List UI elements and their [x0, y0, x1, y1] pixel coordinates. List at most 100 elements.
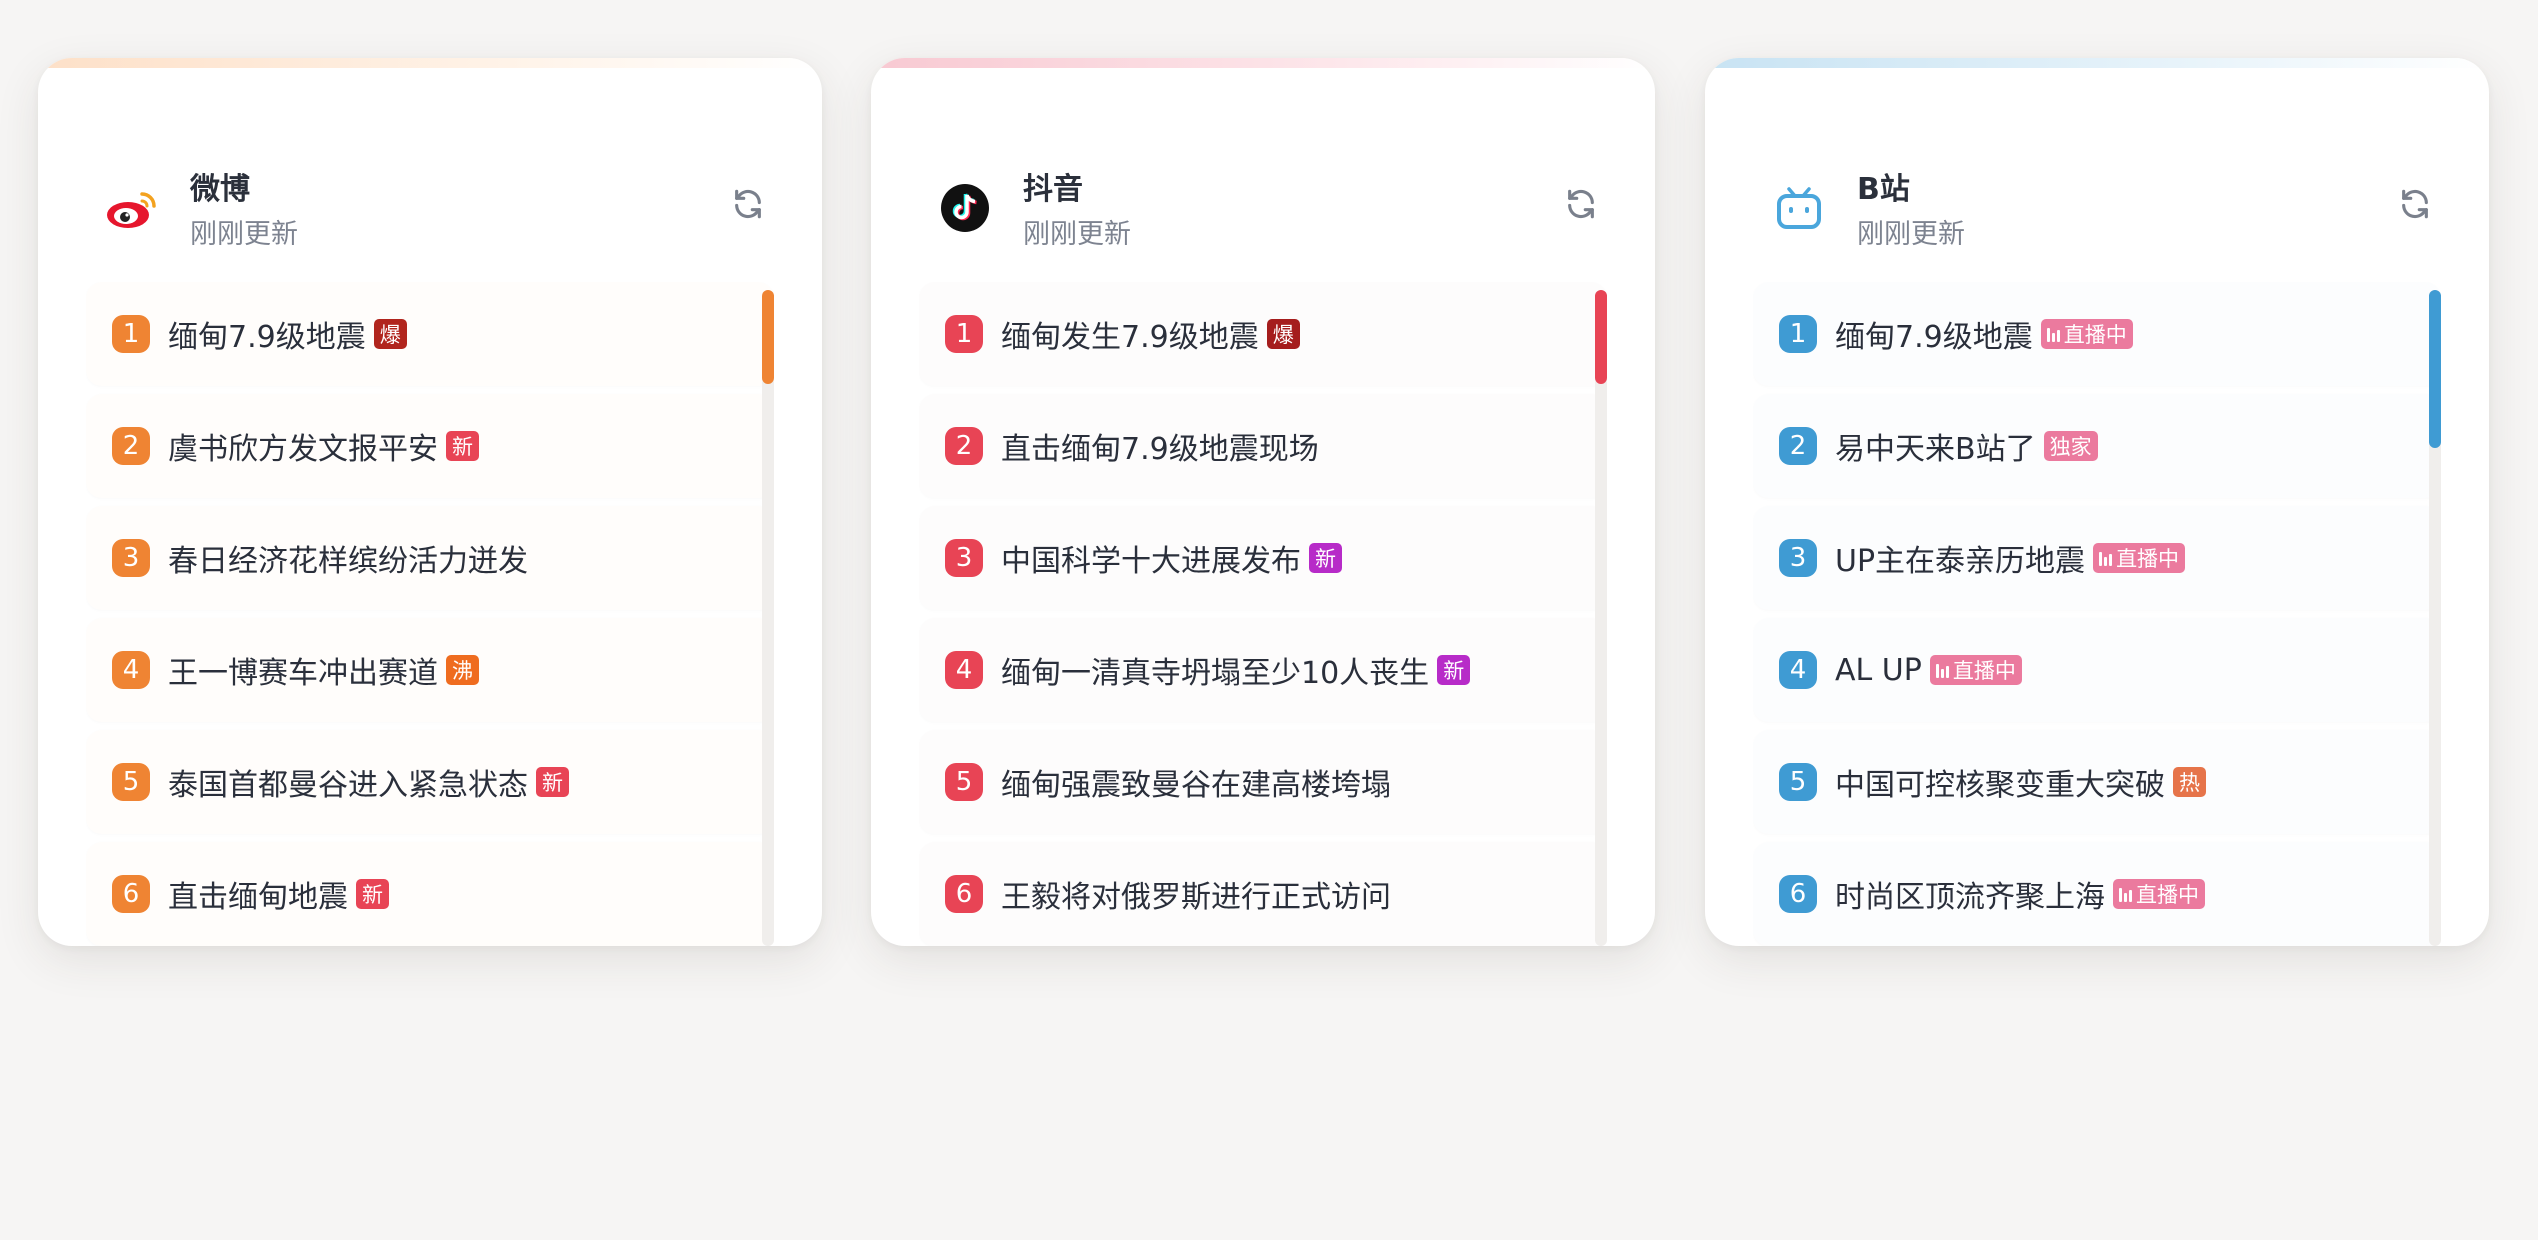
item-title: 直击缅甸7.9级地震现场 — [1001, 432, 1319, 467]
status-badge: 新 — [356, 879, 389, 909]
live-bars-icon — [2119, 886, 2132, 902]
panel-header: B站 刚刚更新 — [1705, 58, 2489, 258]
item-title: 王毅将对俄罗斯进行正式访问 — [1001, 880, 1391, 915]
douyin-panel: 抖音 刚刚更新 1 缅甸发生7.9级地震爆 2 直击缅甸7.9级地震现场 3 中国科学十大… — [871, 58, 1655, 946]
rank-number: 1 — [945, 315, 983, 353]
rank-number: 4 — [112, 651, 150, 689]
list-item[interactable]: 5 泰国首都曼谷进入紧急状态新 — [86, 730, 774, 834]
panel-header: 抖音 刚刚更新 — [871, 58, 1655, 258]
item-title: 缅甸发生7.9级地震 — [1001, 320, 1259, 355]
list-item[interactable]: 1 缅甸7.9级地震 直播中 — [1753, 282, 2441, 386]
scrollbar-thumb[interactable] — [1595, 290, 1607, 384]
list-item[interactable]: 3 中国科学十大进展发布新 — [919, 506, 1607, 610]
item-title: UP主在泰亲历地震 — [1835, 544, 2086, 579]
list-item[interactable]: 4 缅甸一清真寺坍塌至少10人丧生新 — [919, 618, 1607, 722]
badge-label: 新 — [542, 771, 563, 795]
scrollbar-thumb[interactable] — [762, 290, 774, 384]
item-title: 王一博赛车冲出赛道 — [168, 656, 438, 691]
item-title: 泰国首都曼谷进入紧急状态 — [168, 768, 528, 803]
hot-list: 1 缅甸7.9级地震爆 2 虞书欣方发文报平安新 3 春日经济花样缤纷活力迸发 4 王一博赛车… — [86, 282, 774, 946]
item-title: 直击缅甸地震 — [168, 880, 348, 915]
rank-number: 4 — [1779, 651, 1817, 689]
status-badge: 独家 — [2043, 431, 2098, 461]
rank-number: 1 — [1779, 315, 1817, 353]
panel-title: B站 — [1857, 172, 1910, 207]
list-item[interactable]: 2 易中天来B站了 独家 — [1753, 394, 2441, 498]
badge-label: 热 — [2179, 771, 2200, 795]
item-title: 虞书欣方发文报平安 — [168, 432, 438, 467]
badge-label: 直播中 — [1952, 659, 2016, 683]
status-badge: 新 — [536, 767, 569, 797]
status-badge: 直播中 — [2040, 319, 2133, 349]
item-title: 易中天来B站了 — [1835, 432, 2036, 467]
status-badge: 新 — [1309, 543, 1342, 573]
list-item[interactable]: 3 春日经济花样缤纷活力迸发 — [86, 506, 774, 610]
panel-title: 抖音 — [1023, 172, 1083, 207]
status-badge: 热 — [2173, 767, 2206, 797]
panel-title: 微博 — [190, 172, 250, 207]
item-title: 中国可控核聚变重大突破 — [1835, 768, 2165, 803]
rank-number: 2 — [945, 427, 983, 465]
list-item[interactable]: 2 直击缅甸7.9级地震现场 — [919, 394, 1607, 498]
item-title: 时尚区顶流齐聚上海 — [1835, 880, 2105, 915]
badge-label: 新 — [362, 883, 383, 907]
badge-label: 新 — [1443, 659, 1465, 683]
list-item[interactable]: 2 虞书欣方发文报平安新 — [86, 394, 774, 498]
rank-number: 5 — [945, 763, 983, 801]
scrollbar[interactable] — [762, 290, 774, 946]
badge-label: 新 — [452, 435, 473, 459]
hot-list: 1 缅甸7.9级地震 直播中 2 易中天来B站了 独家 3 UP主在泰亲历地震 直播中 4 AL U… — [1753, 282, 2441, 946]
douyin-logo-icon — [929, 176, 1001, 240]
scrollbar-thumb[interactable] — [2429, 290, 2441, 448]
status-badge: 沸 — [446, 655, 479, 685]
rank-number: 5 — [1779, 763, 1817, 801]
scrollbar[interactable] — [1595, 290, 1607, 946]
item-title: 缅甸强震致曼谷在建高楼垮塌 — [1001, 768, 1391, 803]
live-bars-icon — [1935, 662, 1949, 678]
weibo-panel: 微博 刚刚更新 1 缅甸7.9级地震爆 2 虞书欣方发文报平安新 3 春日经济花样缤纷活力… — [38, 58, 822, 946]
list-item[interactable]: 5 中国可控核聚变重大突破热 — [1753, 730, 2441, 834]
badge-label: 新 — [1315, 547, 1336, 571]
hot-list: 1 缅甸发生7.9级地震爆 2 直击缅甸7.9级地震现场 3 中国科学十大进展发布新 4 缅甸… — [919, 282, 1607, 946]
list-item[interactable]: 1 缅甸7.9级地震爆 — [86, 282, 774, 386]
list-item[interactable]: 6 王毅将对俄罗斯进行正式访问 — [919, 842, 1607, 946]
list-item[interactable]: 4 王一博赛车冲出赛道沸 — [86, 618, 774, 722]
list-item[interactable]: 3 UP主在泰亲历地震 直播中 — [1753, 506, 2441, 610]
rank-number: 4 — [945, 651, 983, 689]
rank-number: 2 — [1779, 427, 1817, 465]
refresh-icon[interactable] — [724, 180, 772, 228]
badge-label: 爆 — [379, 323, 401, 347]
rank-number: 6 — [1779, 875, 1817, 913]
status-badge: 新 — [446, 431, 479, 461]
status-badge: 直播中 — [2113, 879, 2205, 909]
status-badge: 直播中 — [1929, 655, 2022, 685]
live-bars-icon — [2046, 326, 2060, 342]
item-title: 缅甸一清真寺坍塌至少10人丧生 — [1001, 656, 1430, 691]
badge-label: 直播中 — [2063, 323, 2127, 347]
item-title: AL UP — [1835, 652, 1922, 688]
badge-label: 直播中 — [2136, 883, 2199, 907]
scrollbar[interactable] — [2429, 290, 2441, 946]
list-item[interactable]: 5 缅甸强震致曼谷在建高楼垮塌 — [919, 730, 1607, 834]
list-item[interactable]: 1 缅甸发生7.9级地震爆 — [919, 282, 1607, 386]
rank-number: 5 — [112, 763, 150, 801]
list-item[interactable]: 6 直击缅甸地震新 — [86, 842, 774, 946]
live-bars-icon — [2099, 550, 2113, 566]
refresh-icon[interactable] — [2391, 180, 2439, 228]
badge-label: 沸 — [452, 659, 473, 683]
rank-number: 2 — [112, 427, 150, 465]
list-item[interactable]: 4 AL UP 直播中 — [1753, 618, 2441, 722]
status-badge: 直播中 — [2093, 543, 2186, 573]
status-badge: 新 — [1437, 655, 1471, 685]
status-badge: 爆 — [1266, 319, 1300, 349]
panel-update-status: 刚刚更新 — [190, 219, 298, 250]
list-item[interactable]: 6 时尚区顶流齐聚上海 直播中 — [1753, 842, 2441, 946]
badge-label: 爆 — [1272, 323, 1294, 347]
rank-number: 1 — [112, 315, 150, 353]
rank-number: 3 — [1779, 539, 1817, 577]
refresh-icon[interactable] — [1557, 180, 1605, 228]
item-title: 中国科学十大进展发布 — [1001, 544, 1301, 579]
rank-number: 6 — [112, 875, 150, 913]
item-title: 缅甸7.9级地震 — [1835, 320, 2033, 355]
bilibili-panel: B站 刚刚更新 1 缅甸7.9级地震 直播中 2 易中天来B站了 独家 3 UP主在泰亲历地震… — [1705, 58, 2489, 946]
